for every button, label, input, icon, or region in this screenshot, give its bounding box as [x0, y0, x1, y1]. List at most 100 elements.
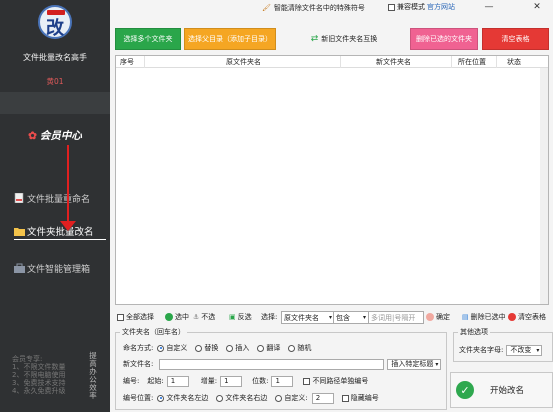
column-header-status[interactable]: 状态 [507, 57, 521, 67]
naming-option-label: 随机 [297, 344, 312, 352]
radio-button[interactable] [157, 394, 165, 402]
member-center-button[interactable]: ✿ 会员中心 [0, 128, 110, 143]
radio-button[interactable] [257, 344, 265, 352]
select-all-checkbox[interactable]: 全部选择 [117, 311, 154, 323]
radio-button[interactable] [216, 394, 224, 402]
clear-table-button[interactable]: 清空表格 [482, 28, 549, 50]
new-name-label: 新文件名: [123, 360, 154, 368]
user-name[interactable]: 黄01 [0, 76, 110, 87]
website-link[interactable]: 官方网站 [421, 1, 461, 13]
column-header-index[interactable]: 序号 [120, 57, 134, 67]
sidebar-item-label: 文件批量重命名 [27, 194, 91, 205]
minimize-button[interactable]: — [478, 0, 500, 14]
active-underline [14, 239, 106, 240]
select-folders-button[interactable]: 选择多个文件夹 [115, 28, 181, 50]
digits-label: 位数: [252, 377, 269, 385]
number-position-row: 编号位置: 文件夹名左边 文件夹名右边 自定义: 2 隐藏编号 [123, 392, 379, 404]
hide-number-checkbox[interactable]: 隐藏编号 [341, 393, 379, 403]
radio-button[interactable] [195, 344, 203, 352]
column-header-new-name[interactable]: 新文件夹名 [376, 57, 411, 67]
vertical-scrollbar[interactable] [540, 68, 548, 304]
match-mode-value: 包含 [336, 313, 350, 322]
naming-mode-label: 命名方式: [123, 344, 154, 352]
numbering-row: 编号: 起始: 1 增量: 1 位数: 1 不同路径单独编号 [123, 375, 368, 387]
choose-field-select[interactable]: 原文件夹名 ▾ [281, 311, 335, 324]
selection-toolbar: 全部选择 选中 ⚓ 不选 ▣ 反选 选择: 原文件夹名 ▾ 包含 ▾ 多词用|号隔开… [115, 309, 553, 325]
close-button[interactable]: ✕ [526, 0, 548, 14]
table-header: 序号 原文件夹名 新文件夹名 所在位置 状态 [116, 56, 548, 68]
promo-text: 会员专享: 1、不限文件数量 2、不限电脑使用 3、免费技术支持 4、永久免费升… [12, 355, 82, 395]
position-option-custom[interactable]: 自定义: [275, 393, 308, 403]
compat-mode-checkbox[interactable]: 兼容模式 [388, 2, 425, 12]
diff-path-checkbox[interactable]: 不同路径单独编号 [303, 376, 368, 386]
radio-button[interactable] [275, 394, 283, 402]
naming-option-translate[interactable]: 翻译 [257, 343, 280, 353]
digits-input[interactable]: 1 [271, 375, 294, 387]
select-parent-dir-button[interactable]: 选择父目录（添加子目录） [184, 28, 276, 50]
insert-tag-label: 插入特定标题 [391, 360, 434, 368]
checkbox-box[interactable] [341, 394, 349, 402]
naming-option-replace[interactable]: 替换 [195, 343, 218, 353]
delete-selected-rows-button[interactable]: ▤ 删除已选中 [462, 311, 506, 323]
annotation-arrow-icon [60, 221, 76, 231]
clear-rows-label: 清空表格 [518, 313, 546, 321]
filter-input[interactable]: 多词用|号隔开 [368, 311, 424, 324]
select-button[interactable]: 选中 [165, 311, 189, 323]
folder-table[interactable]: 序号 原文件夹名 新文件夹名 所在位置 状态 [115, 55, 549, 305]
member-center-label: 会员中心 [39, 130, 82, 142]
custom-position-input[interactable]: 2 [311, 392, 334, 404]
chevron-down-icon: ▾ [435, 360, 439, 368]
checkbox-box[interactable] [388, 3, 395, 11]
naming-option-custom[interactable]: 自定义 [157, 343, 187, 353]
invert-button[interactable]: ▣ 反选 [229, 311, 252, 323]
clear-icon [508, 313, 516, 321]
naming-option-label: 自定义 [166, 344, 188, 352]
folder-name-group-legend: 文件夹名（回车名） [120, 327, 187, 337]
document-icon [14, 192, 25, 204]
toolbox-icon [14, 263, 25, 273]
confirm-label: 确定 [436, 313, 450, 321]
radio-button[interactable] [288, 344, 296, 352]
start-input[interactable]: 1 [166, 375, 189, 387]
radio-button[interactable] [157, 344, 165, 352]
position-option-label: 自定义: [284, 394, 308, 402]
insert-tag-select[interactable]: 插入特定标题 ▾ [387, 358, 442, 370]
sidebar-item-file-manager[interactable]: 文件智能管理箱 [14, 260, 110, 276]
increment-input[interactable]: 1 [220, 375, 243, 387]
match-mode-select[interactable]: 包含 ▾ [333, 311, 369, 324]
start-rename-button[interactable]: ✓ 开始改名 [450, 372, 553, 408]
column-header-original-name[interactable]: 原文件夹名 [226, 57, 261, 67]
delete-rows-icon: ▤ [462, 313, 469, 321]
invert-label: 反选 [237, 313, 252, 321]
invert-icon: ▣ [229, 313, 236, 321]
position-option-left[interactable]: 文件夹名左边 [157, 393, 208, 403]
letter-case-select[interactable]: 不改变 ▾ [506, 344, 543, 356]
radio-button[interactable] [226, 344, 234, 352]
swap-names-button[interactable]: ⇄ 新旧文件夹名互换 [296, 28, 392, 50]
unselect-button[interactable]: ⚓ 不选 [193, 311, 215, 323]
confirm-button[interactable]: 确定 [426, 311, 450, 323]
checkbox-box[interactable] [303, 377, 311, 385]
delete-selected-button[interactable]: 删除已选的文件夹 [410, 28, 478, 50]
smart-remove-link[interactable]: 🖌 智能清除文件名中的特殊符号 [262, 1, 365, 15]
naming-option-random[interactable]: 随机 [288, 343, 311, 353]
start-rename-label: 开始改名 [490, 386, 525, 396]
new-name-row: 新文件名: 插入特定标题 ▾ [123, 358, 442, 370]
letter-case-row: 文件夹名字母: 不改变 ▾ [459, 344, 543, 356]
column-header-location[interactable]: 所在位置 [458, 57, 486, 67]
checkbox-box[interactable] [117, 313, 124, 321]
swap-icon: ⇄ [310, 34, 319, 44]
unselect-label: 不选 [201, 313, 216, 321]
sidebar-item-file-rename[interactable]: 文件批量重命名 [14, 190, 110, 206]
clear-rows-button[interactable]: 清空表格 [508, 311, 546, 323]
promo-line: 4、永久免费升级 [12, 387, 66, 395]
folder-icon [14, 226, 25, 236]
position-option-right[interactable]: 文件夹名右边 [216, 393, 267, 403]
check-circle-icon [165, 313, 173, 321]
anchor-icon: ⚓ [193, 313, 200, 321]
choose-field-value: 原文件夹名 [284, 313, 319, 322]
naming-option-label: 插入 [235, 344, 250, 352]
naming-option-insert[interactable]: 插入 [226, 343, 249, 353]
new-name-input[interactable] [159, 358, 385, 370]
promo-line: 会员专享: [12, 355, 43, 363]
